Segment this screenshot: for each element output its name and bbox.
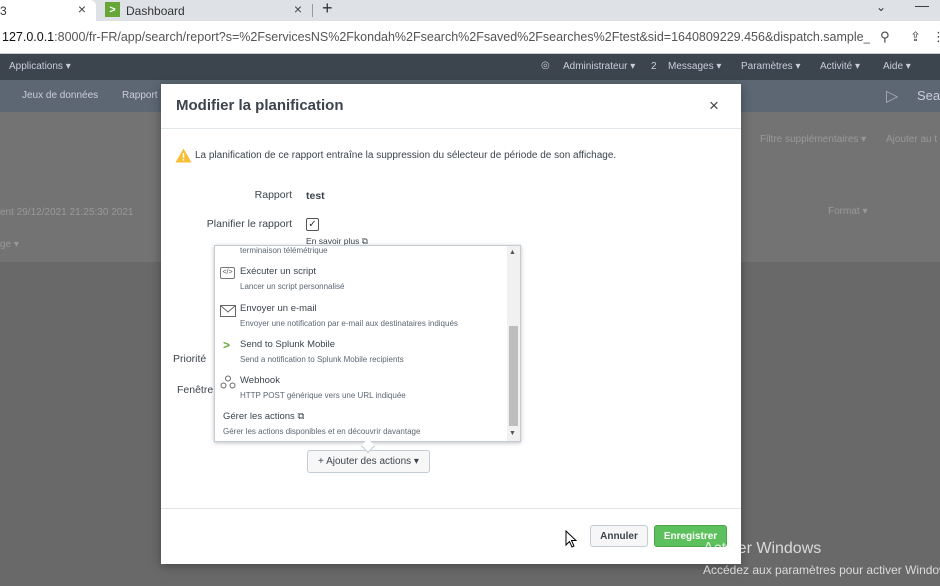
search-app-logo-icon: ▷ xyxy=(886,88,899,105)
windows-activation-subtitle: Accédez aux paramètres pour activer Wind… xyxy=(703,563,940,577)
apps-menu[interactable]: Applications ▾ xyxy=(9,61,71,72)
manage-actions-text: Gérer les actions xyxy=(223,411,295,422)
chevron-right-icon: > xyxy=(223,338,231,352)
dropdown-item-desc: Send a notification to Splunk Mobile rec… xyxy=(240,355,404,364)
tab-close-icon[interactable]: × xyxy=(78,1,86,17)
url-text[interactable]: 127.0.0.1:8000/fr-FR/app/search/report?s… xyxy=(2,30,870,44)
new-tab-icon[interactable]: + xyxy=(322,0,333,19)
nav-search-app[interactable]: Sea xyxy=(917,88,940,103)
browser-tab-active[interactable]: 3 × xyxy=(0,0,96,21)
dropdown-item-desc: HTTP POST générique vers une URL indiqué… xyxy=(240,391,406,400)
browser-tab-bar: 3 × > Dashboard × + ⌄ — xyxy=(0,0,940,21)
messages-count-badge: 2 xyxy=(651,61,657,72)
modal-header: Modifier la planification × xyxy=(161,84,741,129)
schedule-report-checkbox[interactable]: ✓ xyxy=(306,218,319,231)
add-to-button: Ajouter au t xyxy=(886,134,938,145)
extra-fields-filter: Filtre supplémentaires ▾ xyxy=(760,134,867,145)
splunk-favicon-icon: > xyxy=(105,2,120,17)
share-icon[interactable]: ⇪ xyxy=(910,29,921,45)
scroll-up-icon[interactable]: ▲ xyxy=(509,249,516,256)
activity-menu[interactable]: Activité ▾ xyxy=(820,61,860,72)
time-range-text: ent 29/12/2021 21:25:30 2021 xyxy=(0,207,134,218)
schedule-report-label: Planifier le rapport xyxy=(206,218,292,230)
modal-close-icon[interactable]: × xyxy=(709,96,719,116)
dropdown-item-webhook[interactable]: Webhook HTTP POST générique vers une URL… xyxy=(215,374,505,404)
windows-activation-title: Activer Windows xyxy=(703,540,822,557)
tab-label: Dashboard xyxy=(126,3,185,18)
tab-separator xyxy=(312,4,313,17)
nav-reports[interactable]: Rapport xyxy=(122,90,158,101)
admin-avatar-icon: ◎ xyxy=(541,60,550,71)
settings-menu[interactable]: Paramètres ▾ xyxy=(741,61,800,72)
url-host: 127.0.0.1 xyxy=(2,30,55,44)
dropdown-item-desc: terminaison télémétrique xyxy=(240,246,328,255)
webhook-icon xyxy=(220,375,236,389)
dropdown-scrollbar[interactable]: ▲ ▼ xyxy=(507,246,520,441)
scrollbar-thumb[interactable] xyxy=(509,326,518,426)
browser-tab-dashboard[interactable]: > Dashboard × xyxy=(98,0,312,21)
dropdown-item-title: Exécuter un script xyxy=(240,266,317,277)
dropdown-item-splunk-mobile[interactable]: > Send to Splunk Mobile Send a notificat… xyxy=(215,338,505,368)
dropdown-item-desc: Gérer les actions disponibles et en déco… xyxy=(223,427,421,436)
priority-label: Priorité xyxy=(173,353,207,365)
add-actions-button[interactable]: + Ajouter des actions ▾ xyxy=(307,450,430,473)
admin-menu[interactable]: Administrateur ▾ xyxy=(563,61,635,72)
help-menu[interactable]: Aide ▾ xyxy=(883,61,911,72)
script-icon: </> xyxy=(220,267,235,279)
window-label: Fenêtre xyxy=(177,384,214,396)
external-link-icon: ⧉ xyxy=(297,411,305,422)
warning-message: La planification de ce rapport entraîne … xyxy=(195,150,617,161)
modal-title: Modifier la planification xyxy=(176,97,344,114)
tab-search-chevron-icon[interactable]: ⌄ xyxy=(876,0,886,14)
more-icon[interactable]: ⋮ xyxy=(932,29,940,45)
tab-close-icon[interactable]: × xyxy=(294,1,302,17)
dropdown-item-send-email[interactable]: Envoyer un e-mail Envoyer une notificati… xyxy=(215,302,505,332)
dropdown-item-desc: Lancer un script personnalisé xyxy=(240,282,345,291)
dropdown-item-partial[interactable]: terminaison télémétrique xyxy=(215,246,505,258)
dropdown-item-desc: Envoyer une notification par e-mail aux … xyxy=(240,319,458,328)
manage-actions-title: Gérer les actions ⧉ xyxy=(223,411,304,422)
warning-icon xyxy=(175,148,192,163)
splunk-top-bar: Applications ▾ ◎ Administrateur ▾ 2 Mess… xyxy=(0,54,940,80)
mouse-cursor-icon xyxy=(565,530,577,548)
messages-menu[interactable]: Messages ▾ xyxy=(668,61,721,72)
dropdown-item-manage-actions[interactable]: Gérer les actions ⧉ Gérer les actions di… xyxy=(215,411,505,439)
nav-datasets[interactable]: Jeux de données xyxy=(22,90,98,101)
envelope-icon xyxy=(220,305,236,317)
window-minimize-icon[interactable]: — xyxy=(915,0,929,13)
add-actions-dropdown: terminaison télémétrique </> Exécuter un… xyxy=(214,245,521,454)
report-value: test xyxy=(306,190,325,202)
tab-label: 3 xyxy=(0,3,7,18)
cancel-button[interactable]: Annuler xyxy=(590,525,648,547)
dropdown-item-run-script[interactable]: </> Exécuter un script Lancer un script … xyxy=(215,265,505,295)
address-bar[interactable]: 127.0.0.1:8000/fr-FR/app/search/report?s… xyxy=(0,21,940,54)
report-label: Rapport xyxy=(254,189,292,201)
scroll-down-icon[interactable]: ▼ xyxy=(509,430,516,437)
zoom-icon[interactable]: ⚲ xyxy=(880,29,890,45)
format-menu: Format ▾ xyxy=(828,206,868,217)
url-path: :8000/fr-FR/app/search/report?s=%2Fservi… xyxy=(54,30,870,44)
bg-menu: ge ▾ xyxy=(0,239,19,250)
dropdown-item-title: Envoyer un e-mail xyxy=(240,303,317,314)
dropdown-item-title: Send to Splunk Mobile xyxy=(240,339,336,350)
dropdown-item-title: Webhook xyxy=(240,375,280,386)
